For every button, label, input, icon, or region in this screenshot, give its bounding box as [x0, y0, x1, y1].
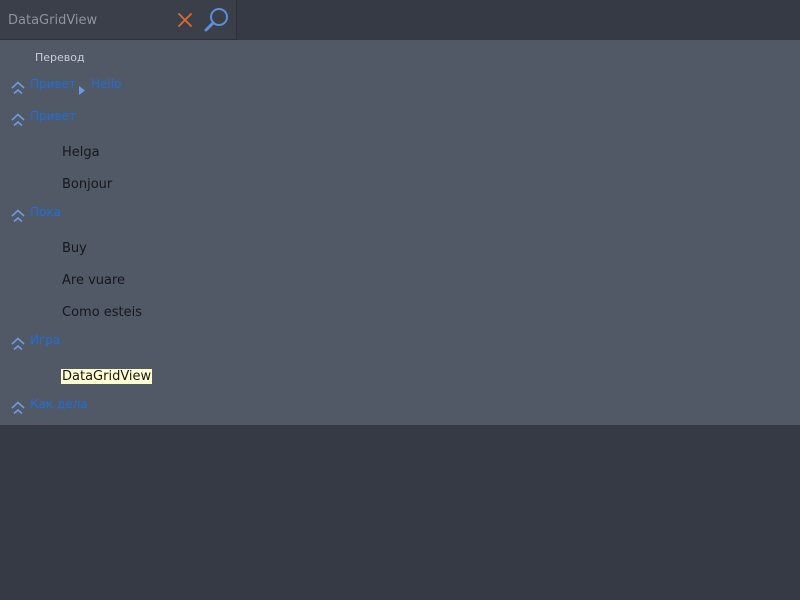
collapse-group-icon[interactable]	[10, 209, 26, 223]
column-header: Перевод	[35, 51, 85, 64]
collapse-group-icon[interactable]	[10, 401, 26, 415]
search-box	[0, 0, 237, 40]
breadcrumb-arrow-icon	[79, 86, 85, 95]
breadcrumb-current-link[interactable]: Hello	[91, 77, 121, 91]
group-link[interactable]: Привет	[30, 109, 76, 123]
collapse-group-icon[interactable]	[10, 113, 26, 127]
breadcrumb-parent-link[interactable]: Привет	[30, 77, 76, 91]
group-link[interactable]: Пока	[30, 205, 61, 219]
search-button[interactable]	[203, 7, 231, 33]
list-item[interactable]: Bonjour	[62, 177, 112, 192]
list-item[interactable]: Are vuare	[62, 273, 125, 288]
breadcrumb: Привет Hello	[0, 76, 800, 100]
list-item[interactable]: Buy	[62, 241, 87, 256]
collapse-group-icon[interactable]	[10, 81, 26, 95]
collapse-group-icon[interactable]	[10, 337, 26, 351]
group-link[interactable]: Игра	[30, 333, 60, 347]
group-row: Как дела	[0, 396, 800, 420]
clear-search-button[interactable]	[176, 11, 194, 29]
group-row: Пока	[0, 204, 800, 228]
group-row: Игра	[0, 332, 800, 356]
list-item[interactable]: Helga	[62, 145, 100, 160]
list-item[interactable]: Como esteis	[62, 305, 142, 320]
toolbar	[0, 0, 800, 40]
search-input[interactable]	[8, 10, 168, 30]
magnifier-icon	[204, 8, 228, 32]
close-icon	[178, 13, 192, 27]
list-item-selected[interactable]: DataGridView	[61, 369, 153, 384]
group-row: Привет	[0, 108, 800, 132]
group-link[interactable]: Как дела	[30, 397, 88, 411]
